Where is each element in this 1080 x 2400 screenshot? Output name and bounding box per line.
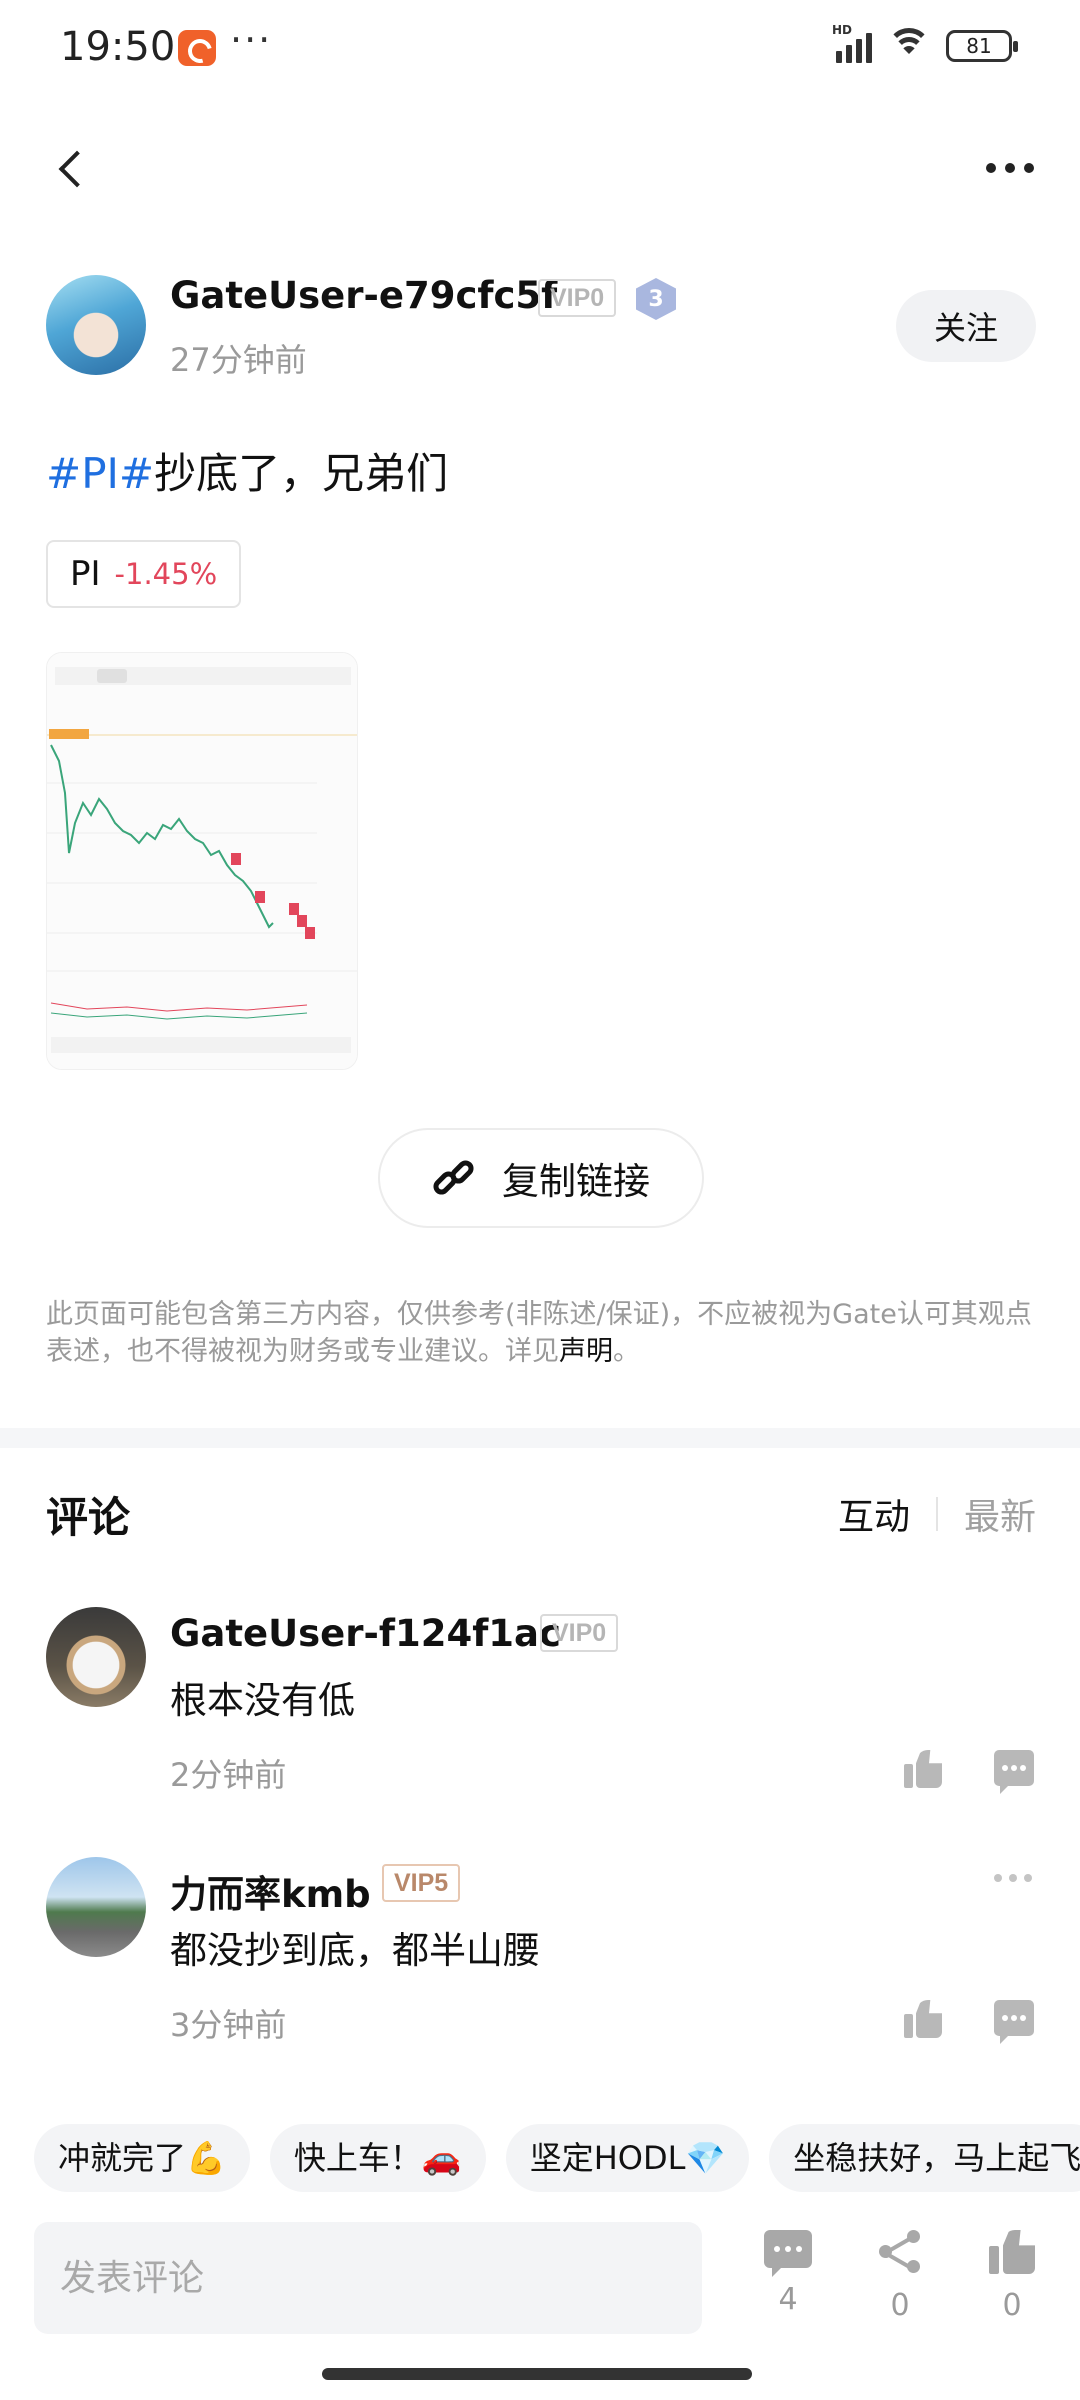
network-type-label: HD: [832, 23, 853, 37]
coin-chip[interactable]: PI -1.45%: [46, 540, 242, 608]
wifi-icon: [886, 28, 932, 64]
back-icon[interactable]: [50, 144, 90, 198]
comment-more-icon[interactable]: [994, 1874, 1032, 1882]
quick-reply-chip[interactable]: 坚定HODL💎: [505, 2124, 750, 2192]
comment-like-icon[interactable]: [904, 2000, 944, 2038]
like-button[interactable]: 0: [972, 2230, 1052, 2323]
comment-time: 3分钟前: [170, 2006, 287, 2044]
level-badge: 3: [636, 278, 676, 320]
quick-reply-chip[interactable]: 快上车！🚗: [269, 2124, 486, 2192]
link-icon: [430, 1156, 477, 1200]
copy-link-label: 复制链接: [502, 1160, 650, 1203]
share-icon: [877, 2230, 923, 2274]
post-body: 抄底了，兄弟们: [154, 449, 449, 498]
home-indicator[interactable]: [322, 2368, 752, 2380]
disclaimer-text: 此页面可能包含第三方内容，仅供参考(非陈述/保证)，不应被视为Gate认可其观点…: [46, 1299, 1032, 1367]
commenter-name[interactable]: 力而率kmb: [170, 1864, 371, 1918]
section-divider: [0, 1428, 1080, 1448]
comment-count: 4: [778, 2282, 798, 2317]
commenter-vip-badge: VIP0: [540, 1614, 619, 1652]
tab-separator: [935, 1497, 938, 1531]
status-bar: 19:50 ··· HD 81: [0, 0, 1080, 100]
disclaimer: 此页面可能包含第三方内容，仅供参考(非陈述/保证)，不应被视为Gate认可其观点…: [46, 1296, 1036, 1370]
comment-count-button[interactable]: 4: [748, 2230, 828, 2317]
signal-icon: HD: [832, 23, 872, 63]
more-icon[interactable]: [980, 148, 1040, 188]
coin-symbol: PI: [70, 554, 101, 594]
comment-icon: [764, 2230, 812, 2277]
quick-reply-row: 冲就完了💪 快上车！🚗 坚定HODL💎 坐稳扶好，马上起飞: [34, 2124, 1080, 2194]
hashtag-link[interactable]: #PI#: [46, 449, 154, 498]
disclaimer-end: 。: [613, 1336, 640, 1367]
commenter-avatar[interactable]: [46, 1857, 146, 1957]
like-icon: [989, 2230, 1035, 2274]
comment-reply-icon[interactable]: [994, 2000, 1034, 2044]
commenter-avatar[interactable]: [46, 1607, 146, 1707]
comment-like-icon[interactable]: [904, 1750, 944, 1788]
chart-thumbnail-graphic: [47, 653, 357, 1069]
commenter-vip-badge: VIP5: [382, 1864, 461, 1902]
comments-title: 评论: [46, 1493, 131, 1542]
coin-change: -1.45%: [114, 557, 218, 591]
author-name[interactable]: GateUser-e79cfc5f: [170, 274, 557, 317]
vip-badge: VIP0: [538, 279, 617, 317]
comment-text: 根本没有低: [170, 1679, 355, 1722]
statement-link[interactable]: 声明: [559, 1336, 613, 1367]
commenter-name[interactable]: GateUser-f124f1ac: [170, 1612, 561, 1655]
comment-time: 2分钟前: [170, 1756, 287, 1794]
post-time: 27分钟前: [170, 341, 307, 379]
share-button[interactable]: 0: [860, 2230, 940, 2323]
status-more-indicator: ···: [230, 18, 273, 62]
quick-reply-chip[interactable]: 坐稳扶好，马上起飞: [769, 2124, 1080, 2192]
comment-reply-icon[interactable]: [994, 1750, 1034, 1794]
status-indicators: HD 81: [832, 23, 1018, 64]
comment-input[interactable]: [34, 2222, 702, 2334]
chart-screenshot-image[interactable]: [46, 652, 358, 1070]
status-time: 19:50: [60, 24, 176, 70]
like-count: 0: [1002, 2288, 1022, 2323]
share-count: 0: [890, 2288, 910, 2323]
author-avatar[interactable]: [46, 275, 146, 375]
quick-reply-chip[interactable]: 冲就完了💪: [34, 2124, 250, 2192]
app-notification-icon: [178, 30, 216, 66]
follow-button[interactable]: 关注: [896, 290, 1036, 362]
tab-interactive[interactable]: 互动: [838, 1488, 910, 1540]
battery-icon: 81: [946, 30, 1018, 62]
comment-text: 都没抄到底，都半山腰: [170, 1929, 540, 1972]
copy-link-button[interactable]: 复制链接: [378, 1128, 704, 1228]
tab-latest[interactable]: 最新: [964, 1488, 1036, 1540]
post-text: #PI#抄底了，兄弟们: [46, 440, 448, 501]
comment-sort-tabs: 互动 最新: [838, 1488, 1036, 1540]
battery-level: 81: [966, 34, 992, 58]
